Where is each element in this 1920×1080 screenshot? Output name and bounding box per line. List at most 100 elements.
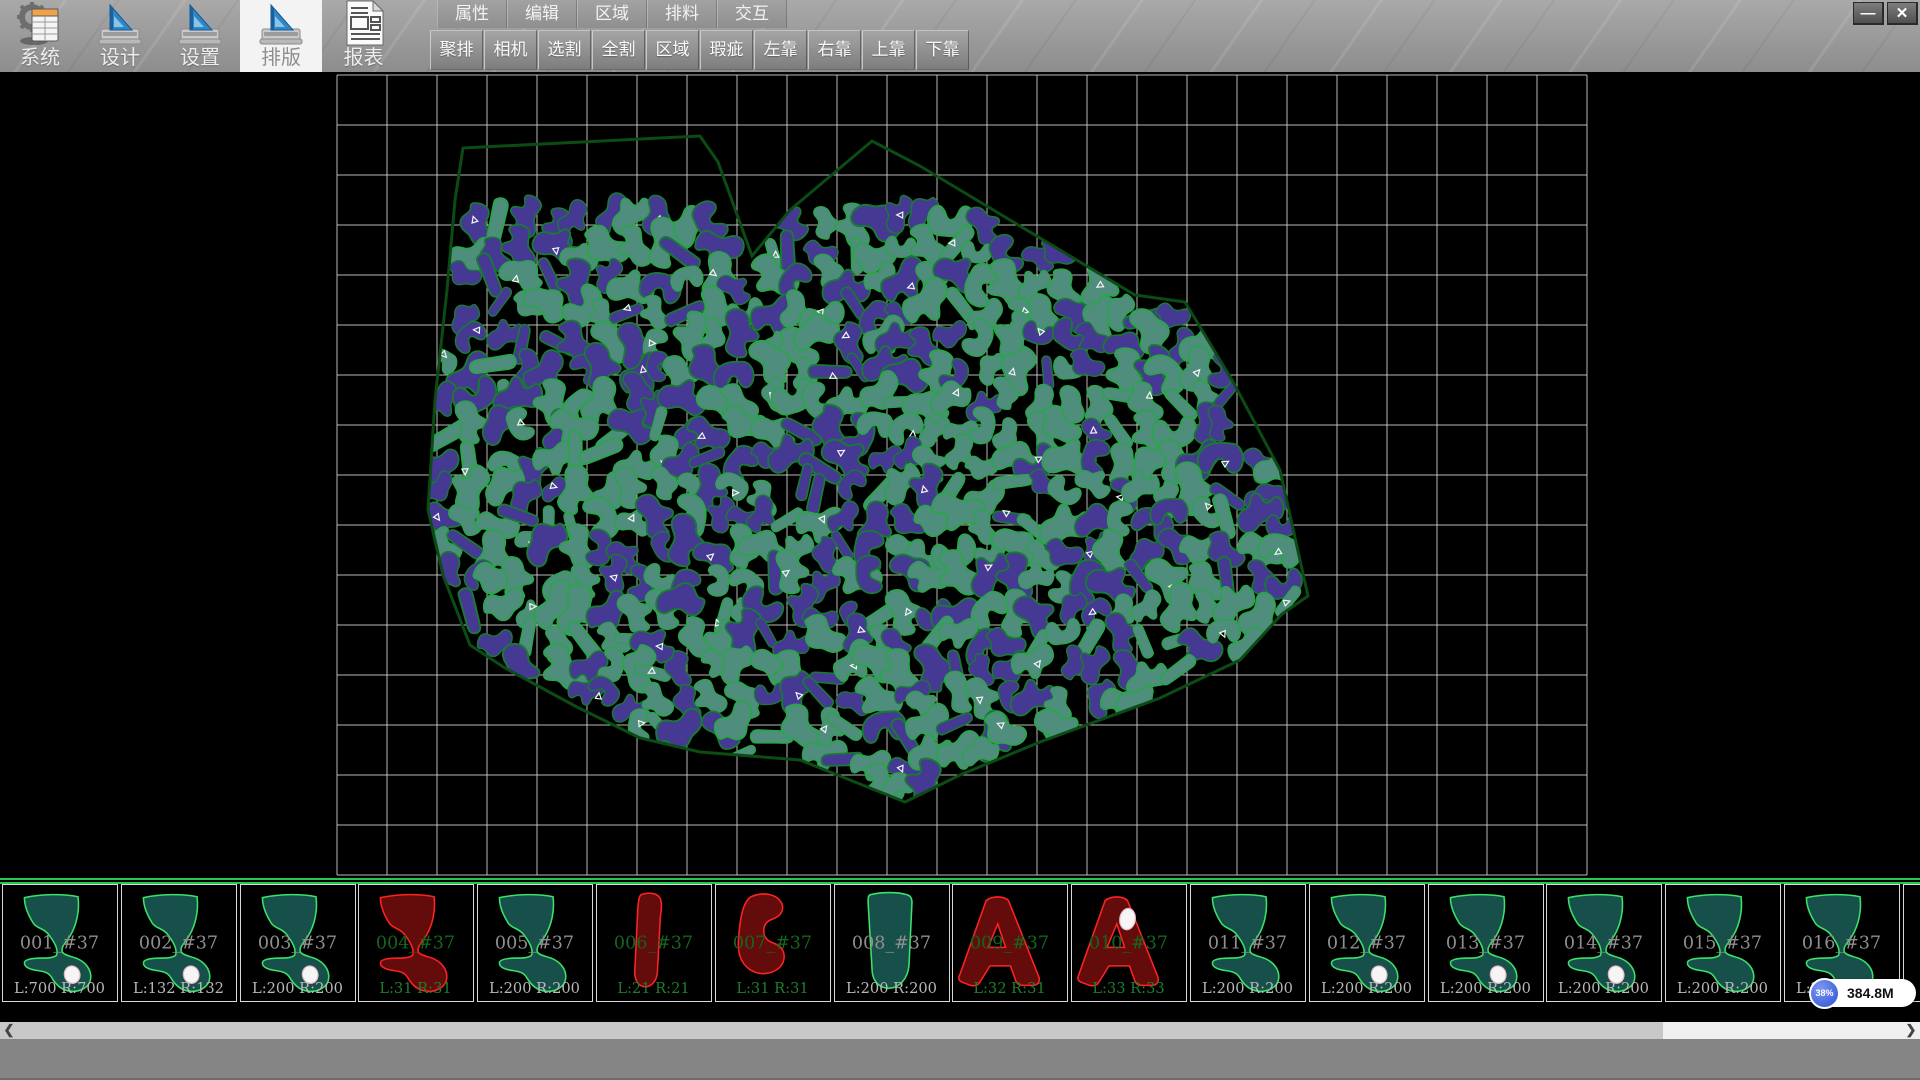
report-doc-icon <box>341 1 387 47</box>
menu-tab-2[interactable]: 编辑 <box>507 0 577 28</box>
svg-text:L:700 R:700: L:700 R:700 <box>14 980 105 997</box>
progress-circle-icon: 38% <box>1809 978 1840 1009</box>
piece-shape-svg: 006_#37 L:21 R:21 <box>597 885 710 1000</box>
piece-thumbnail-15[interactable]: 015_#37 L:200 R:200 <box>1665 884 1781 1002</box>
piece-thumbnail-1[interactable]: 001_#37 L:700 R:700 <box>2 884 118 1002</box>
piece-shape-svg: 004_#37 L:31 R:31 <box>359 885 472 1000</box>
main-button-4[interactable]: 排版 <box>240 0 322 72</box>
svg-text:L:132 R:132: L:132 R:132 <box>133 980 224 997</box>
main-button-label: 设置 <box>180 47 220 69</box>
tool-button-9[interactable]: 上靠 <box>862 30 915 70</box>
minimize-icon: — <box>1861 6 1876 21</box>
tool-button-5[interactable]: 区域 <box>646 30 699 70</box>
tool-button-10[interactable]: 下靠 <box>916 30 969 70</box>
piece-thumbnail-7[interactable]: 007_#37L:31 R:31 <box>715 884 831 1002</box>
menu-tab-1[interactable]: 属性 <box>437 0 507 28</box>
svg-text:004_#37: 004_#37 <box>376 933 455 953</box>
scroll-right-arrow-icon[interactable]: ❯ <box>1902 1022 1920 1039</box>
minimize-button[interactable]: — <box>1853 2 1884 25</box>
nesting-canvas[interactable] <box>0 76 1920 878</box>
triangle-ruler-icon <box>176 1 224 47</box>
svg-text:009_#37: 009_#37 <box>970 933 1049 953</box>
main-button-label: 报表 <box>344 47 384 69</box>
ribbon-toolbar: 系统 设计 设置 排版 报表 属性编辑区域排 <box>0 0 1920 72</box>
triangle-ruler-icon <box>96 1 144 47</box>
svg-text:L:200 R:200: L:200 R:200 <box>1440 980 1531 997</box>
svg-text:015_#37: 015_#37 <box>1683 933 1762 953</box>
svg-text:L:200 R:200: L:200 R:200 <box>1558 980 1649 997</box>
svg-text:L:31 R:31: L:31 R:31 <box>380 980 452 997</box>
svg-text:006_#37: 006_#37 <box>614 933 693 953</box>
scroll-left-arrow-icon[interactable]: ❮ <box>0 1022 18 1039</box>
main-button-3[interactable]: 设置 <box>160 0 240 72</box>
svg-text:008_#37: 008_#37 <box>852 933 931 953</box>
main-button-5[interactable]: 报表 <box>322 0 405 72</box>
piece-shape-svg: 002_#37 L:132 R:132 <box>122 885 235 1000</box>
main-button-label: 系统 <box>20 47 60 69</box>
status-footer <box>0 1039 1920 1080</box>
svg-text:014_#37: 014_#37 <box>1564 933 1643 953</box>
svg-text:013_#37: 013_#37 <box>1446 933 1525 953</box>
piece-shape-svg: 008_#37 L:200 R:200 <box>835 885 948 1000</box>
piece-shape-svg: 009_#37 L:32 R:31 <box>953 885 1066 1000</box>
svg-text:012_#37: 012_#37 <box>1327 933 1406 953</box>
piece-shape-svg: 003_#37L:200 R:200 <box>241 885 354 1000</box>
piece-thumbnail-9[interactable]: 009_#37 L:32 R:31 <box>952 884 1068 1002</box>
svg-text:L:32 R:31: L:32 R:31 <box>974 980 1046 997</box>
piece-thumbnail-8[interactable]: 008_#37 L:200 R:200 <box>834 884 950 1002</box>
strip-green-line-top <box>0 878 1920 880</box>
main-button-label: 排版 <box>261 47 301 69</box>
tool-button-7[interactable]: 左靠 <box>754 30 807 70</box>
svg-text:L:200 R:200: L:200 R:200 <box>846 980 937 997</box>
system-gear-icon <box>14 1 66 47</box>
piece-thumbnail-6[interactable]: 006_#37 L:21 R:21 <box>596 884 712 1002</box>
piece-thumbnail-13[interactable]: 013_#37 L:200 R:200 <box>1428 884 1544 1002</box>
piece-thumbnail-12[interactable]: 012_#37 L:200 R:200 <box>1309 884 1425 1002</box>
tool-button-6[interactable]: 瑕疵 <box>700 30 753 70</box>
close-button[interactable]: ✕ <box>1887 2 1918 25</box>
tool-button-1[interactable]: 聚排 <box>430 30 483 70</box>
piece-shape-svg: 005_#37 L:200 R:200 <box>478 885 591 1000</box>
close-icon: ✕ <box>1896 6 1909 21</box>
svg-text:001_#37: 001_#37 <box>20 933 99 953</box>
menu-tab-4[interactable]: 排料 <box>647 0 717 28</box>
main-button-2[interactable]: 设计 <box>80 0 160 72</box>
piece-thumbnail-5[interactable]: 005_#37 L:200 R:200 <box>477 884 593 1002</box>
tool-button-4[interactable]: 全割 <box>592 30 645 70</box>
piece-shape-svg: 013_#37 L:200 R:200 <box>1429 885 1542 1000</box>
tool-button-2[interactable]: 相机 <box>484 30 537 70</box>
piece-shape-svg: 010_#37L:33 R:33 <box>1072 885 1185 1000</box>
piece-thumbnail-10[interactable]: 010_#37L:33 R:33 <box>1071 884 1187 1002</box>
svg-text:L:200 R:200: L:200 R:200 <box>1321 980 1412 997</box>
memory-usage-label: 384.8M <box>1847 985 1894 1001</box>
svg-text:016_#37: 016_#37 <box>1802 933 1881 953</box>
svg-text:L:200 R:200: L:200 R:200 <box>1677 980 1768 997</box>
svg-text:L:21 R:21: L:21 R:21 <box>617 980 689 997</box>
piece-thumbnail-4[interactable]: 004_#37 L:31 R:31 <box>358 884 474 1002</box>
tool-button-3[interactable]: 选割 <box>538 30 591 70</box>
scrollbar-thumb[interactable] <box>18 1022 1663 1039</box>
main-button-1[interactable]: 系统 <box>0 0 80 72</box>
svg-text:002_#37: 002_#37 <box>139 933 218 953</box>
svg-text:003_#37: 003_#37 <box>258 933 337 953</box>
piece-thumbnail-3[interactable]: 003_#37L:200 R:200 <box>240 884 356 1002</box>
svg-text:L:200 R:200: L:200 R:200 <box>489 980 580 997</box>
memory-progress-badge[interactable]: 38% 384.8M <box>1810 979 1916 1007</box>
tool-button-row: 聚排相机选割全割区域瑕疵左靠右靠上靠下靠 <box>430 30 970 72</box>
piece-thumbnail-11[interactable]: 011_#37L:200 R:200 <box>1190 884 1306 1002</box>
piece-thumbnail-14[interactable]: 014_#37 L:200 R:200 <box>1546 884 1662 1002</box>
piece-shape-svg: 012_#37 L:200 R:200 <box>1310 885 1423 1000</box>
nesting-svg <box>0 72 1920 878</box>
piece-thumbnail-2[interactable]: 002_#37 L:132 R:132 <box>121 884 237 1002</box>
svg-text:005_#37: 005_#37 <box>495 933 574 953</box>
window-controls: — ✕ <box>1853 2 1918 25</box>
piece-shape-svg: 014_#37 L:200 R:200 <box>1547 885 1660 1000</box>
main-mode-buttons: 系统 设计 设置 排版 报表 <box>0 0 405 72</box>
menu-tab-bar: 属性编辑区域排料交互 <box>437 0 787 28</box>
svg-text:L:33 R:33: L:33 R:33 <box>1093 980 1165 997</box>
horizontal-scrollbar[interactable]: ❮ ❯ <box>0 1022 1920 1039</box>
menu-tab-3[interactable]: 区域 <box>577 0 647 28</box>
tool-button-8[interactable]: 右靠 <box>808 30 861 70</box>
menu-tab-5[interactable]: 交互 <box>717 0 787 28</box>
triangle-ruler-icon <box>257 1 305 47</box>
